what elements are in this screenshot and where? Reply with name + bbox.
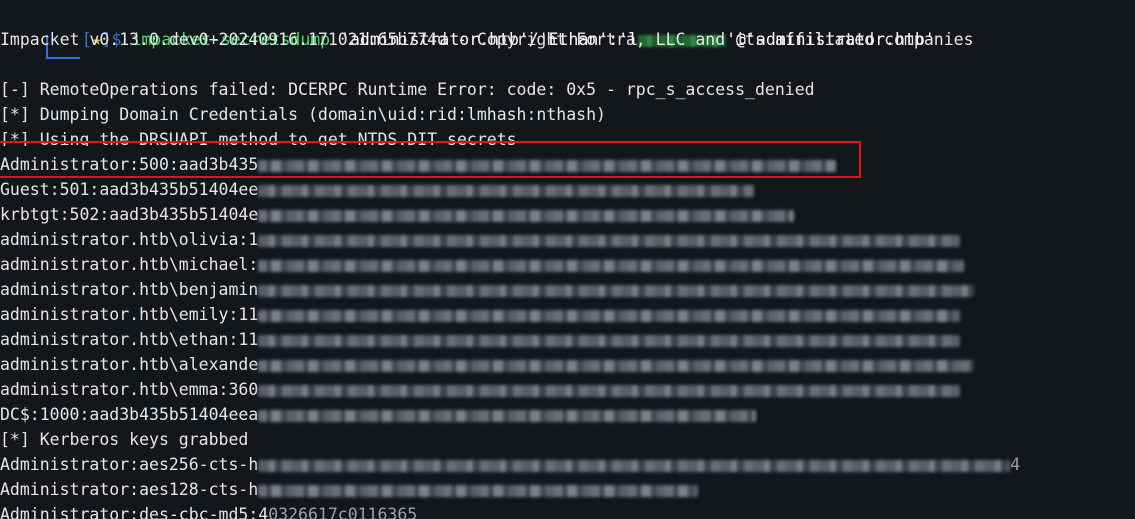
kerberos-prefix: Administrator:des-cbc-md5:4: [0, 505, 269, 519]
hash-prefix: administrator.htb\benjamin: [0, 280, 259, 299]
hash-prefix: administrator.htb\michael:: [0, 255, 259, 274]
kerberos-des-tail: 0326617c0116365: [268, 505, 418, 519]
kerberos-aes256-line: Administrator:aes256-cts-h 4: [0, 452, 1020, 477]
hash-prefix: krbtgt:502:aad3b435b51404e: [0, 205, 259, 224]
redacted-hash: [258, 284, 975, 297]
hash-prefix: administrator.htb\emma:360: [0, 380, 259, 399]
redacted-key: [258, 484, 699, 497]
terminal-window[interactable]: [★]$ impacket-secretsdump 'administrator…: [0, 0, 1135, 519]
redacted-hash: [258, 334, 961, 347]
kerberos-header: [*] Kerberos keys grabbed: [0, 430, 249, 449]
hash-line-alexander: administrator.htb\alexande: [0, 352, 975, 377]
hash-prefix: administrator.htb\ethan:11: [0, 330, 259, 349]
redacted-hash: [258, 409, 757, 422]
kerberos-des-line: Administrator:des-cbc-md5:40326617c01163…: [0, 502, 417, 519]
highlight-box: [0, 141, 861, 178]
hash-line-ethan: administrator.htb\ethan:11: [0, 327, 961, 352]
kerberos-trailing: 4: [1010, 455, 1021, 474]
command-prompt-line: [★]$ impacket-secretsdump 'administrator…: [0, 2, 935, 59]
hash-line-olivia: administrator.htb\olivia:1: [0, 227, 961, 252]
redacted-hash: [258, 359, 975, 372]
redacted-hash: [258, 184, 755, 197]
remote-ops-error: [-] RemoteOperations failed: DCERPC Runt…: [0, 80, 815, 99]
hash-prefix: DC$:1000:aad3b435b51404eea: [0, 405, 259, 424]
kerberos-prefix: Administrator:aes128-cts-h: [0, 480, 259, 499]
redacted-hash: [258, 234, 961, 247]
hash-prefix: Guest:501:aad3b435b51404ee: [0, 180, 259, 199]
hash-line-benjamin: administrator.htb\benjamin: [0, 277, 975, 302]
hash-line-guest: Guest:501:aad3b435b51404ee: [0, 177, 755, 202]
redacted-key: [258, 459, 1011, 472]
hash-line-krbtgt: krbtgt:502:aad3b435b51404e: [0, 202, 795, 227]
hash-prefix: administrator.htb\olivia:1: [0, 230, 259, 249]
hash-line-michael: administrator.htb\michael:: [0, 252, 965, 277]
hash-line-dc: DC$:1000:aad3b435b51404eea: [0, 402, 757, 427]
redacted-hash: [258, 259, 965, 272]
hash-prefix: administrator.htb\emily:11: [0, 305, 259, 324]
redacted-hash: [258, 384, 961, 397]
hash-line-emma: administrator.htb\emma:360: [0, 377, 961, 402]
hash-line-emily: administrator.htb\emily:11: [0, 302, 961, 327]
kerberos-aes128-line: Administrator:aes128-cts-h: [0, 477, 699, 502]
impacket-banner: Impacket v0.13.0.dev0+20240916.171021.65…: [0, 30, 974, 49]
hash-prefix: administrator.htb\alexande: [0, 355, 259, 374]
redacted-hash: [258, 309, 961, 322]
kerberos-prefix: Administrator:aes256-cts-h: [0, 455, 259, 474]
redacted-hash: [258, 209, 795, 222]
dumping-credentials-line: [*] Dumping Domain Credentials (domain\u…: [0, 105, 606, 124]
